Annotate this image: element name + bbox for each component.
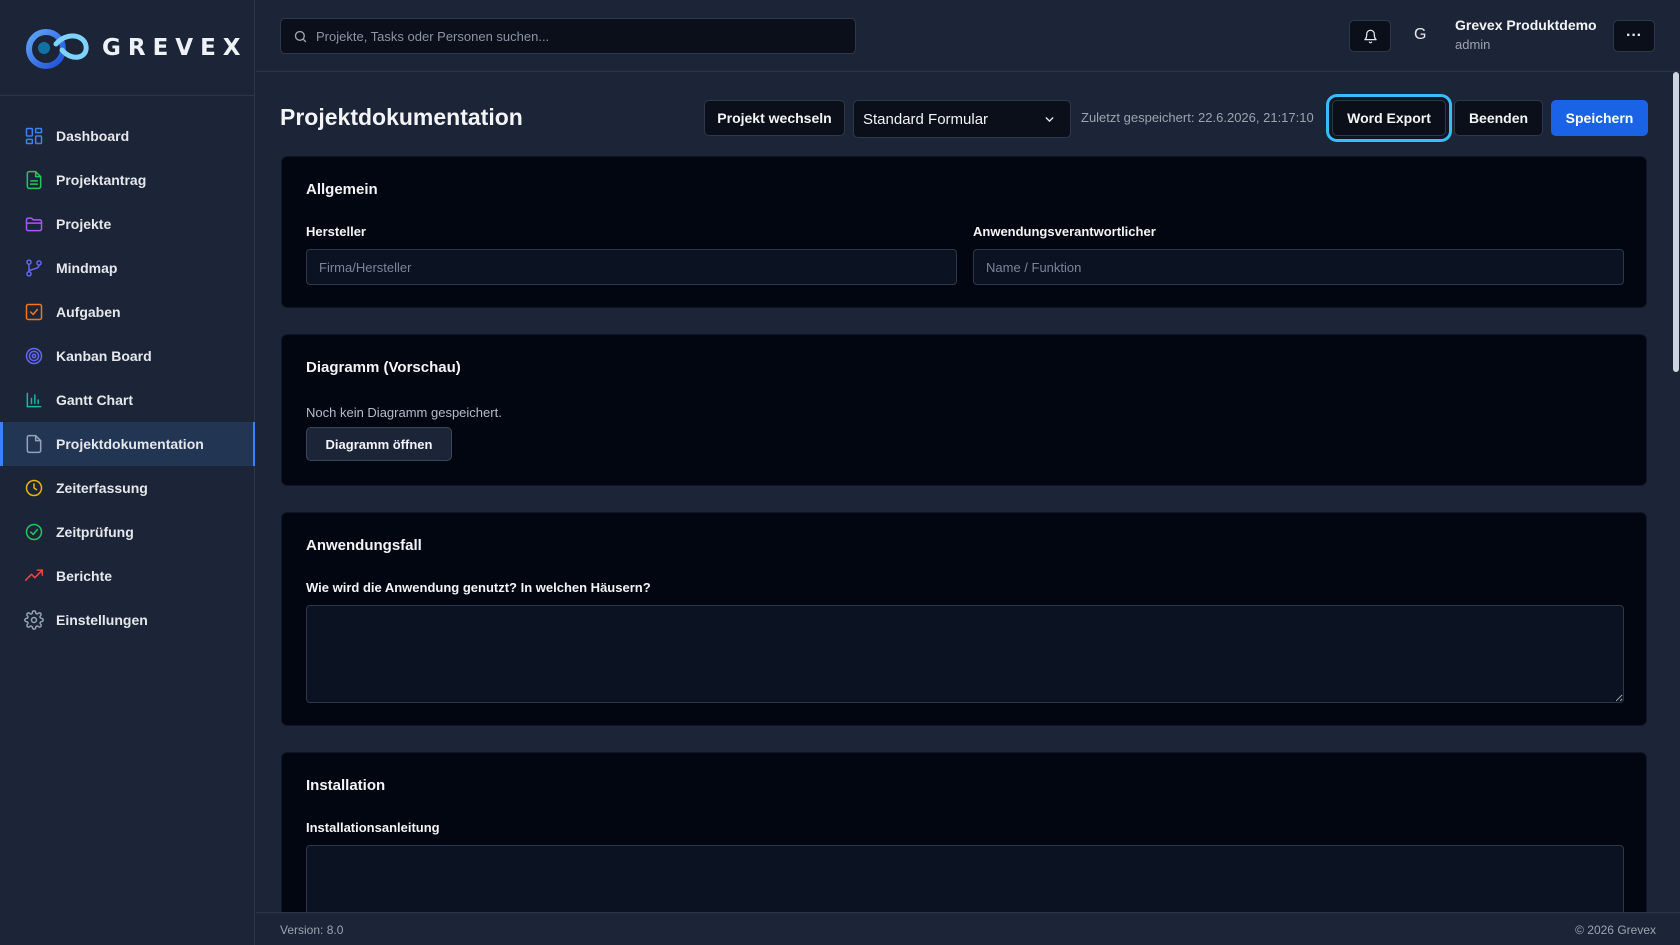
owner-label: Anwendungsverantwortlicher — [973, 224, 1156, 239]
sidebar-item-mindmap[interactable]: Mindmap — [0, 246, 254, 290]
open-diagram-button[interactable]: Diagramm öffnen — [306, 427, 452, 461]
last-saved-text: Zuletzt gespeichert: 22.6.2026, 21:17:10 — [1081, 110, 1314, 125]
sidebar-nav: Dashboard Projektantrag Projekte Mindmap Auf… — [0, 114, 255, 642]
search-box[interactable] — [280, 18, 856, 54]
bell-icon — [1363, 29, 1377, 43]
end-button[interactable]: Beenden — [1454, 100, 1543, 136]
brand-logo[interactable]: GREVEX — [0, 0, 254, 96]
owner-input[interactable] — [973, 249, 1624, 285]
sidebar-item-zeiterfassung[interactable]: Zeiterfassung — [0, 466, 254, 510]
switch-project-button[interactable]: Projekt wechseln — [704, 100, 845, 136]
sidebar-item-label: Projektdokumentation — [56, 436, 204, 452]
sidebar-item-label: Einstellungen — [56, 612, 148, 628]
sidebar-item-berichte[interactable]: Berichte — [0, 554, 254, 598]
form-select[interactable]: Standard Formular — [853, 100, 1071, 138]
card-title: Diagramm (Vorschau) — [306, 359, 461, 376]
card-title: Installation — [306, 777, 386, 794]
mindmap-icon — [24, 258, 44, 278]
sidebar-item-projektantrag[interactable]: Projektantrag — [0, 158, 254, 202]
sidebar-item-projektdokumentation[interactable]: Projektdokumentation — [0, 422, 255, 466]
footer: Version: 8.0 © 2026 Grevex — [256, 912, 1680, 945]
installation-textarea[interactable] — [306, 845, 1624, 912]
notifications-button[interactable] — [1349, 20, 1391, 52]
sidebar-item-label: Berichte — [56, 568, 113, 584]
brand-name: GREVEX — [102, 34, 248, 61]
card-title: Anwendungsfall — [306, 537, 422, 554]
version-text: Version: 8.0 — [280, 923, 344, 937]
copyright-text: © 2026 Grevex — [1575, 923, 1656, 937]
manufacturer-input[interactable] — [306, 249, 957, 285]
card-usecase: Anwendungsfall Wie wird die Anwendung ge… — [281, 512, 1647, 726]
search-input[interactable] — [316, 28, 836, 44]
user-role: admin — [1455, 37, 1491, 52]
topbar: G Grevex Produktdemo admin ··· — [256, 0, 1680, 72]
card-general: Allgemein Hersteller Anwendungsverantwor… — [281, 156, 1647, 308]
sidebar-item-label: Aufgaben — [56, 304, 121, 320]
sidebar-item-dashboard[interactable]: Dashboard — [0, 114, 254, 158]
save-button[interactable]: Speichern — [1551, 100, 1648, 136]
chevron-down-icon — [1045, 117, 1054, 122]
file-icon — [24, 434, 44, 454]
usecase-label: Wie wird die Anwendung genutzt? In welch… — [306, 580, 651, 595]
sidebar-item-label: Dashboard — [56, 128, 130, 144]
avatar[interactable]: G — [1414, 26, 1426, 44]
card-diagram: Diagramm (Vorschau) Noch kein Diagramm g… — [281, 334, 1647, 486]
user-name: Grevex Produktdemo — [1455, 17, 1597, 33]
more-menu-button[interactable]: ··· — [1613, 20, 1655, 52]
sidebar: GREVEX Dashboard Projektantrag Projekte Min… — [0, 0, 255, 945]
form-select-value: Standard Formular — [863, 110, 989, 128]
sidebar-item-label: Gantt Chart — [56, 392, 133, 408]
scrollbar-thumb[interactable] — [1673, 72, 1679, 372]
folder-icon — [24, 214, 44, 234]
sidebar-item-label: Projekte — [56, 216, 112, 232]
task-icon — [24, 302, 44, 322]
sidebar-item-gantt-chart[interactable]: Gantt Chart — [0, 378, 254, 422]
sidebar-item-label: Zeitprüfung — [56, 524, 134, 540]
card-title: Allgemein — [306, 181, 378, 198]
sidebar-item-zeitprufung[interactable]: Zeitprüfung — [0, 510, 254, 554]
diagram-empty-text: Noch kein Diagramm gespeichert. — [306, 405, 502, 420]
sidebar-item-aufgaben[interactable]: Aufgaben — [0, 290, 254, 334]
infinity-logo-icon — [26, 28, 89, 69]
target-icon — [24, 346, 44, 366]
user-info[interactable]: Grevex Produktdemo admin — [1455, 17, 1597, 52]
manufacturer-label: Hersteller — [306, 224, 366, 239]
usecase-textarea[interactable] — [306, 605, 1624, 703]
sidebar-item-label: Kanban Board — [56, 348, 152, 364]
main-content: Projektdokumentation Projekt wechseln St… — [256, 72, 1666, 912]
sidebar-item-label: Zeiterfassung — [56, 480, 148, 496]
sidebar-item-label: Mindmap — [56, 260, 118, 276]
bar-chart-icon — [24, 390, 44, 410]
sidebar-item-label: Projektantrag — [56, 172, 147, 188]
search-icon — [294, 30, 307, 42]
sidebar-item-einstellungen[interactable]: Einstellungen — [0, 598, 254, 642]
sidebar-item-projekte[interactable]: Projekte — [0, 202, 254, 246]
page-title: Projektdokumentation — [280, 104, 523, 130]
clock-icon — [24, 478, 44, 498]
document-icon — [24, 170, 44, 190]
trend-icon — [24, 566, 44, 586]
more-icon: ··· — [1626, 27, 1642, 44]
check-circle-icon — [24, 522, 44, 542]
gear-icon — [24, 610, 44, 630]
sidebar-item-kanban-board[interactable]: Kanban Board — [0, 334, 254, 378]
dashboard-icon — [24, 126, 44, 146]
card-installation: Installation Installationsanleitung — [281, 752, 1647, 912]
installation-label: Installationsanleitung — [306, 820, 440, 835]
word-export-button[interactable]: Word Export — [1332, 100, 1446, 136]
